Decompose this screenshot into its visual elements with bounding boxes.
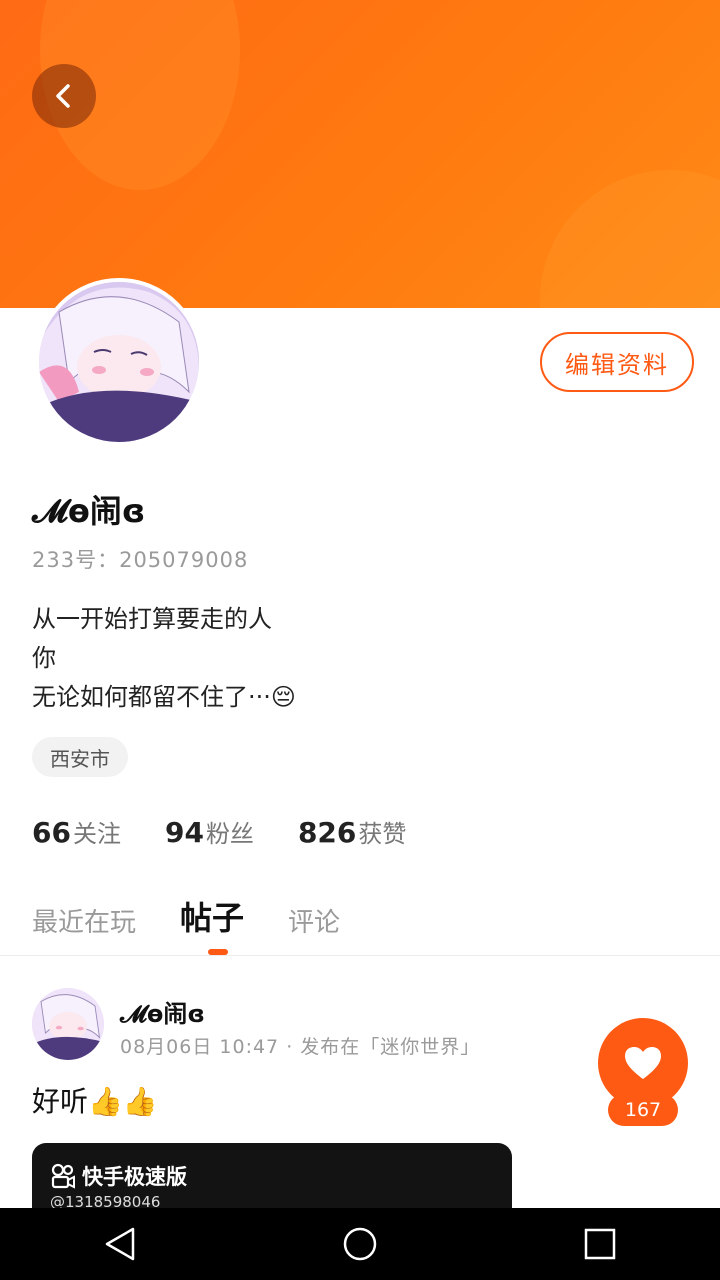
stat-following[interactable]: 66 关注 xyxy=(32,814,121,849)
tab-recently-played[interactable]: 最近在玩 xyxy=(32,902,136,939)
like-count: 167 xyxy=(608,1094,678,1126)
stat-label: 获赞 xyxy=(358,820,407,848)
bio-line: 从一开始打算要走的人 xyxy=(32,605,272,633)
avatar-image xyxy=(32,988,104,1060)
back-triangle-icon xyxy=(105,1227,135,1261)
stat-label: 粉丝 xyxy=(205,820,254,848)
edit-profile-button[interactable]: 编辑资料 xyxy=(540,332,694,392)
stat-value: 826 xyxy=(297,816,357,849)
video-brand-label: 快手极速版 xyxy=(82,1165,187,1189)
back-button[interactable] xyxy=(32,64,96,128)
heart-icon xyxy=(625,1047,661,1079)
avatar-image xyxy=(39,282,199,442)
bio-line: 你 xyxy=(32,644,56,672)
tab-comments[interactable]: 评论 xyxy=(288,902,340,939)
post-author-avatar[interactable] xyxy=(32,988,104,1060)
bio-line: 无论如何都留不住了···😔 xyxy=(32,683,296,711)
nav-home-button[interactable] xyxy=(320,1208,400,1280)
post-meta: 08月06日 10:47 · 发布在「迷你世界」 xyxy=(120,1036,481,1058)
profile-id: 233号：205079008 xyxy=(32,548,249,572)
profile-username: 𝓜ө闹ɞ xyxy=(32,492,146,530)
stat-likes[interactable]: 826 获赞 xyxy=(298,814,406,849)
profile-avatar[interactable] xyxy=(35,278,203,446)
stat-value: 94 xyxy=(164,816,204,849)
nav-back-button[interactable] xyxy=(80,1208,160,1280)
profile-stats: 66 关注 94 粉丝 826 获赞 xyxy=(32,814,450,849)
stat-value: 66 xyxy=(32,816,71,849)
banner-decoration xyxy=(540,170,720,308)
recents-square-icon xyxy=(584,1228,616,1260)
stat-fans[interactable]: 94 粉丝 xyxy=(165,814,254,849)
tab-posts[interactable]: 帖子 xyxy=(180,893,244,939)
post-text: 好听👍👍 xyxy=(32,1085,158,1118)
profile-tabs: 最近在玩 帖子 评论 xyxy=(32,893,384,939)
stat-label: 关注 xyxy=(72,820,121,848)
kuaishou-logo-icon xyxy=(51,1163,75,1189)
chevron-left-icon xyxy=(56,84,70,108)
system-navigation-bar xyxy=(0,1208,720,1280)
home-circle-icon xyxy=(343,1227,377,1261)
video-brand: 快手极速版 xyxy=(50,1161,187,1191)
divider xyxy=(0,955,720,956)
nav-recents-button[interactable] xyxy=(560,1208,640,1280)
location-tag: 西安市 xyxy=(32,737,128,777)
profile-bio: 从一开始打算要走的人 你 无论如何都留不住了···😔 xyxy=(32,600,296,717)
profile-banner xyxy=(0,0,720,308)
post-author-name[interactable]: 𝓜ө闹ɞ xyxy=(120,994,205,1029)
